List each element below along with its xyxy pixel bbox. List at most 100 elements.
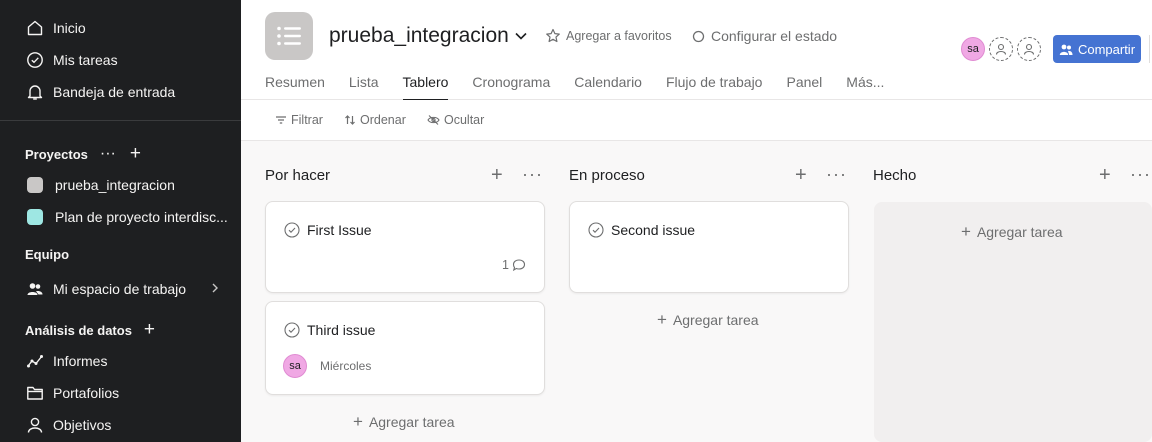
add-task-button[interactable]: + Agregar tarea	[353, 412, 455, 432]
tab-calendario[interactable]: Calendario	[574, 74, 642, 100]
plus-icon: +	[657, 310, 667, 329]
tab-lista[interactable]: Lista	[349, 74, 379, 100]
sidebar-project-prueba[interactable]: prueba_integracion	[25, 173, 175, 197]
chevron-down-icon[interactable]	[513, 29, 529, 48]
eye-off-icon	[427, 115, 440, 125]
sidebar-item-label: Inicio	[53, 20, 86, 36]
sidebar-item-portafolios[interactable]: Portafolios	[25, 381, 119, 405]
sidebar-item-label: Plan de proyecto interdisc...	[55, 209, 228, 225]
sidebar-item-objetivos[interactable]: Objetivos	[25, 413, 111, 437]
chevron-right-icon[interactable]	[209, 281, 221, 295]
add-task-button[interactable]: + Agregar tarea	[961, 222, 1063, 242]
column-add-button[interactable]: +	[795, 164, 807, 187]
share-label: Compartir	[1077, 41, 1136, 57]
share-button[interactable]: Compartir	[1053, 35, 1141, 63]
sidebar-project-plan[interactable]: Plan de proyecto interdisc...	[25, 205, 228, 229]
analytics-heading[interactable]: Análisis de datos +	[25, 319, 155, 341]
sidebar-item-label: Mis tareas	[53, 52, 118, 68]
assignee-avatar[interactable]: sa	[283, 354, 307, 378]
column-add-button[interactable]: +	[1099, 164, 1111, 187]
comment-icon	[512, 259, 526, 272]
folder-icon	[25, 383, 45, 403]
people-icon	[1059, 44, 1073, 55]
task-name-text: First Issue	[307, 222, 372, 238]
project-color-swatch	[27, 177, 43, 193]
status-button[interactable]: Configurar el estado	[692, 28, 837, 44]
filter-button[interactable]: Filtrar	[275, 113, 323, 127]
sidebar-item-label: Informes	[53, 353, 108, 369]
tab-mas[interactable]: Más...	[846, 74, 884, 100]
sidebar-item-workspace[interactable]: Mi espacio de trabajo	[25, 277, 221, 301]
hide-button[interactable]: Ocultar	[427, 113, 484, 127]
task-card[interactable]: Third issue sa Miércoles	[265, 301, 545, 395]
column-title[interactable]: Hecho	[873, 167, 916, 184]
column-more-button[interactable]: ···	[1130, 164, 1151, 185]
check-circle-icon	[284, 322, 300, 338]
sidebar-item-mis-tareas[interactable]: Mis tareas	[25, 48, 118, 72]
analytics-add-button[interactable]: +	[144, 319, 155, 341]
favorite-label: Agregar a favoritos	[566, 29, 672, 43]
home-icon	[25, 18, 45, 38]
task-name-text: Second issue	[611, 222, 696, 238]
empty-avatar-icon[interactable]	[989, 37, 1013, 61]
tab-resumen[interactable]: Resumen	[265, 74, 325, 100]
tab-tablero[interactable]: Tablero	[402, 74, 448, 101]
task-name-text: Third issue	[307, 322, 376, 338]
sidebar-item-label: Portafolios	[53, 385, 120, 401]
project-list-icon[interactable]	[265, 12, 313, 60]
sidebar-item-label: Objetivos	[53, 417, 112, 433]
due-date[interactable]: Miércoles	[320, 359, 371, 373]
page-title[interactable]: prueba_integracion	[329, 24, 509, 48]
chart-line-icon	[25, 351, 45, 371]
filter-icon	[276, 116, 286, 124]
team-heading: Equipo	[25, 247, 70, 262]
star-icon	[546, 28, 560, 43]
sidebar-item-bandeja[interactable]: Bandeja de entrada	[25, 80, 175, 104]
sidebar-item-inicio[interactable]: Inicio	[25, 16, 86, 40]
add-task-label: Agregar tarea	[672, 312, 759, 328]
tab-cronograma[interactable]: Cronograma	[472, 74, 550, 100]
hide-label: Ocultar	[444, 113, 485, 127]
projects-heading[interactable]: Proyectos ··· +	[25, 143, 141, 165]
task-name: Second issue	[588, 222, 695, 238]
project-color-swatch	[27, 209, 43, 225]
plus-icon: +	[353, 412, 363, 431]
sidebar-item-label: Bandeja de entrada	[53, 84, 176, 100]
column-more-button[interactable]: ···	[522, 164, 543, 185]
team-icon	[25, 279, 45, 299]
comment-count-text: 1	[502, 258, 509, 272]
task-card[interactable]: First Issue 1	[265, 201, 545, 293]
column-add-button[interactable]: +	[491, 164, 503, 187]
check-circle-icon	[588, 222, 604, 238]
status-label: Configurar el estado	[711, 28, 838, 44]
header-divider	[1149, 35, 1150, 63]
comment-count[interactable]: 1	[502, 258, 526, 272]
empty-avatar-icon[interactable]	[1017, 37, 1041, 61]
column-title[interactable]: En proceso	[569, 167, 645, 184]
task-name: Third issue	[284, 322, 375, 338]
column-title[interactable]: Por hacer	[265, 167, 330, 184]
sort-button[interactable]: Ordenar	[344, 113, 406, 127]
sidebar-item-label: prueba_integracion	[55, 177, 175, 193]
column-more-button[interactable]: ···	[826, 164, 847, 185]
sidebar-item-label: Mi espacio de trabajo	[53, 281, 187, 297]
projects-more-button[interactable]: ···	[100, 145, 116, 163]
bell-icon	[25, 82, 45, 102]
view-tabs: Resumen Lista Tablero Cronograma Calenda…	[265, 74, 908, 101]
add-task-label: Agregar tarea	[368, 414, 455, 430]
projects-add-button[interactable]: +	[130, 143, 141, 165]
filter-label: Filtrar	[291, 113, 323, 127]
main-area: prueba_integracion Agregar a favoritos C…	[241, 0, 1152, 442]
sidebar-divider	[0, 120, 241, 121]
person-icon	[25, 415, 45, 435]
sidebar: Inicio Mis tareas Bandeja de entrada Pro…	[0, 0, 241, 442]
tab-flujo[interactable]: Flujo de trabajo	[666, 74, 763, 100]
add-task-button[interactable]: + Agregar tarea	[657, 310, 759, 330]
avatar[interactable]: sa	[961, 37, 985, 61]
favorite-button[interactable]: Agregar a favoritos	[545, 28, 672, 44]
tab-panel[interactable]: Panel	[786, 74, 822, 100]
task-card[interactable]: Second issue	[569, 201, 849, 293]
sidebar-item-informes[interactable]: Informes	[25, 349, 107, 373]
check-circle-icon	[25, 50, 45, 70]
projects-heading-label: Proyectos	[25, 146, 88, 162]
